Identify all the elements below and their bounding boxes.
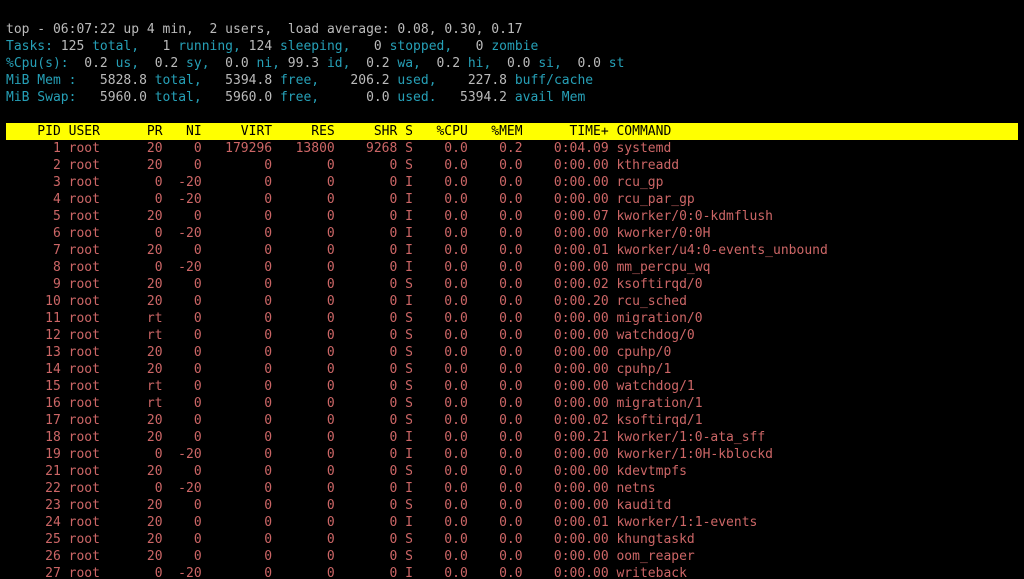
process-row[interactable]: 15 root rt 0 0 0 0 S 0.0 0.0 0:00.00 wat…: [6, 378, 1018, 395]
process-row[interactable]: 16 root rt 0 0 0 0 S 0.0 0.0 0:00.00 mig…: [6, 395, 1018, 412]
process-row[interactable]: 7 root 20 0 0 0 0 I 0.0 0.0 0:00.01 kwor…: [6, 242, 1018, 259]
process-row[interactable]: 17 root 20 0 0 0 0 S 0.0 0.0 0:00.02 kso…: [6, 412, 1018, 429]
process-row[interactable]: 11 root rt 0 0 0 0 S 0.0 0.0 0:00.00 mig…: [6, 310, 1018, 327]
mem-line: MiB Mem : 5828.8 total, 5394.8 free, 206…: [6, 73, 593, 88]
process-row[interactable]: 8 root 0 -20 0 0 0 I 0.0 0.0 0:00.00 mm_…: [6, 259, 1018, 276]
process-row[interactable]: 24 root 20 0 0 0 0 I 0.0 0.0 0:00.01 kwo…: [6, 514, 1018, 531]
swap-line: MiB Swap: 5960.0 total, 5960.0 free, 0.0…: [6, 90, 585, 105]
process-row[interactable]: 3 root 0 -20 0 0 0 I 0.0 0.0 0:00.00 rcu…: [6, 174, 1018, 191]
process-row[interactable]: 1 root 20 0 179296 13800 9268 S 0.0 0.2 …: [6, 140, 1018, 157]
process-row[interactable]: 18 root 20 0 0 0 0 I 0.0 0.0 0:00.21 kwo…: [6, 429, 1018, 446]
cpu-line: %Cpu(s): 0.2 us, 0.2 sy, 0.0 ni, 99.3 id…: [6, 56, 624, 71]
process-row[interactable]: 4 root 0 -20 0 0 0 I 0.0 0.0 0:00.00 rcu…: [6, 191, 1018, 208]
process-row[interactable]: 14 root 20 0 0 0 0 S 0.0 0.0 0:00.00 cpu…: [6, 361, 1018, 378]
process-table-body: 1 root 20 0 179296 13800 9268 S 0.0 0.2 …: [6, 140, 1018, 579]
process-row[interactable]: 23 root 20 0 0 0 0 S 0.0 0.0 0:00.00 kau…: [6, 497, 1018, 514]
process-row[interactable]: 5 root 20 0 0 0 0 I 0.0 0.0 0:00.07 kwor…: [6, 208, 1018, 225]
process-row[interactable]: 26 root 20 0 0 0 0 S 0.0 0.0 0:00.00 oom…: [6, 548, 1018, 565]
process-table-header[interactable]: PID USER PR NI VIRT RES SHR S %CPU %MEM …: [6, 123, 1018, 140]
process-row[interactable]: 9 root 20 0 0 0 0 S 0.0 0.0 0:00.02 ksof…: [6, 276, 1018, 293]
process-row[interactable]: 25 root 20 0 0 0 0 S 0.0 0.0 0:00.00 khu…: [6, 531, 1018, 548]
process-row[interactable]: 6 root 0 -20 0 0 0 I 0.0 0.0 0:00.00 kwo…: [6, 225, 1018, 242]
process-row[interactable]: 19 root 0 -20 0 0 0 I 0.0 0.0 0:00.00 kw…: [6, 446, 1018, 463]
top-summary: top - 06:07:22 up 4 min, 2 users, load a…: [6, 4, 1018, 106]
process-row[interactable]: 2 root 20 0 0 0 0 S 0.0 0.0 0:00.00 kthr…: [6, 157, 1018, 174]
uptime-line: top - 06:07:22 up 4 min, 2 users, load a…: [6, 22, 523, 37]
process-row[interactable]: 22 root 0 -20 0 0 0 I 0.0 0.0 0:00.00 ne…: [6, 480, 1018, 497]
process-row[interactable]: 27 root 0 -20 0 0 0 I 0.0 0.0 0:00.00 wr…: [6, 565, 1018, 579]
process-row[interactable]: 13 root 20 0 0 0 0 S 0.0 0.0 0:00.00 cpu…: [6, 344, 1018, 361]
process-row[interactable]: 10 root 20 0 0 0 0 I 0.0 0.0 0:00.20 rcu…: [6, 293, 1018, 310]
process-row[interactable]: 12 root rt 0 0 0 0 S 0.0 0.0 0:00.00 wat…: [6, 327, 1018, 344]
process-row[interactable]: 21 root 20 0 0 0 0 S 0.0 0.0 0:00.00 kde…: [6, 463, 1018, 480]
tasks-line: Tasks: 125 total, 1 running, 124 sleepin…: [6, 39, 538, 54]
